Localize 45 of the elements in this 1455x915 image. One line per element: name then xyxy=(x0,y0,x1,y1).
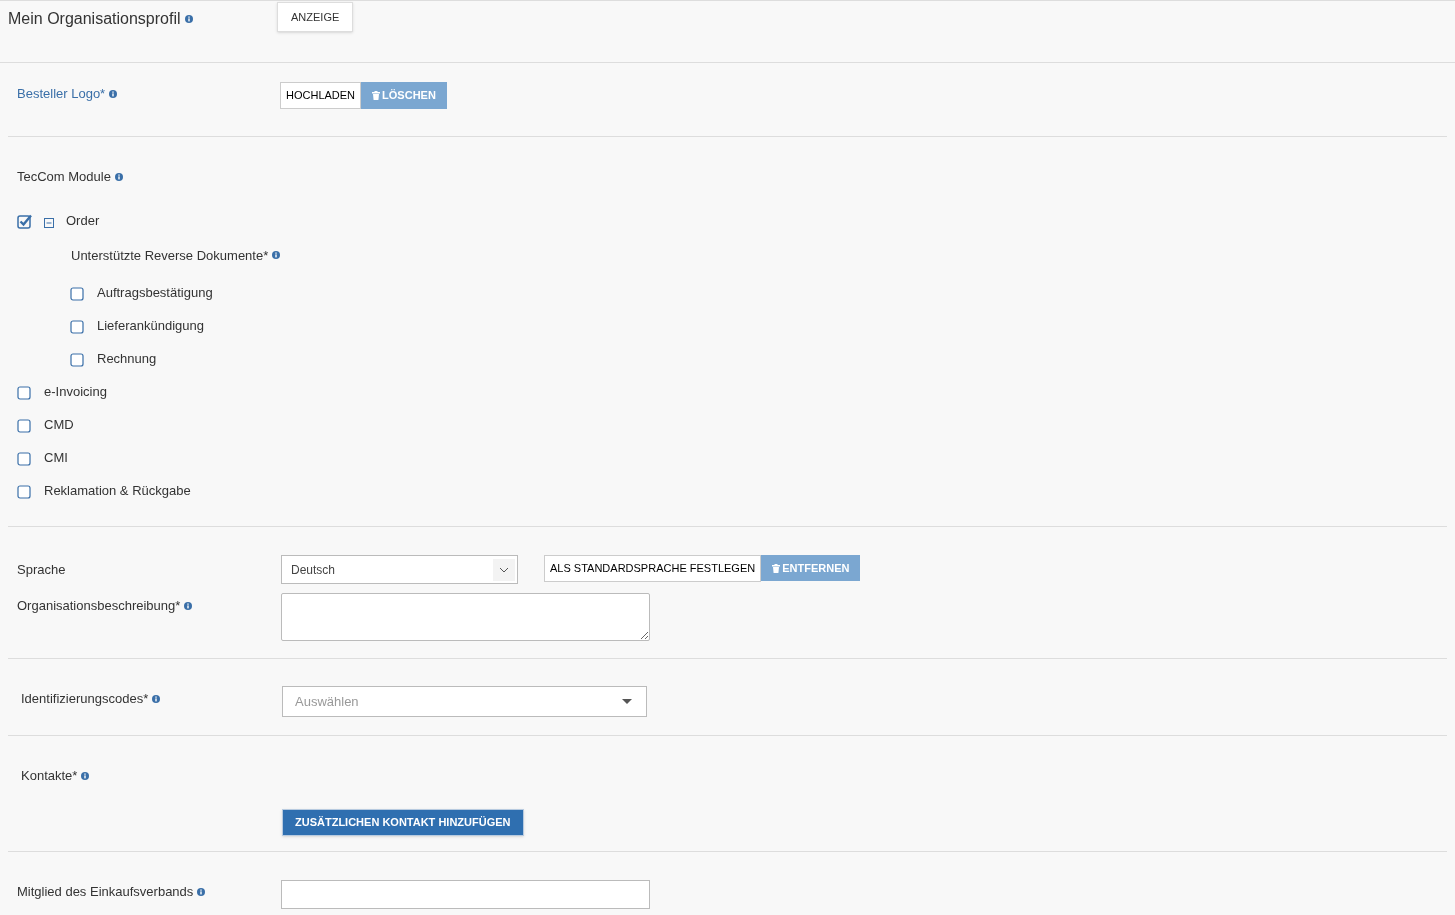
field-label: Identifizierungscodes* xyxy=(21,690,149,708)
set-default-button[interactable]: ALS STANDARDSPRACHE FESTLEGEN xyxy=(544,555,762,582)
description-textarea[interactable] xyxy=(281,593,650,641)
info-icon xyxy=(109,89,118,98)
module-label: e-Invoicing xyxy=(44,383,107,402)
collapse-icon[interactable] xyxy=(44,217,54,228)
field-label: Besteller Logo* xyxy=(17,85,106,103)
info-icon xyxy=(81,771,90,780)
caret-down-icon xyxy=(622,699,632,704)
trash-icon xyxy=(772,563,781,573)
info-icon xyxy=(184,601,193,610)
checkbox[interactable] xyxy=(17,384,32,400)
checkbox[interactable] xyxy=(17,417,32,433)
info-icon xyxy=(197,887,206,896)
module-label: CMI xyxy=(44,449,68,468)
field-label: Kontakte* xyxy=(21,767,78,785)
field-label: Unterstützte Reverse Dokumente* xyxy=(71,246,269,265)
field-label: Mitglied des Einkaufsverbands xyxy=(17,883,194,901)
checkbox[interactable] xyxy=(17,212,32,229)
upload-button[interactable]: HOCHLADEN xyxy=(280,82,362,109)
document-label: Rechnung xyxy=(97,350,157,369)
info-icon xyxy=(114,172,123,181)
checkbox[interactable] xyxy=(17,450,32,466)
checkbox[interactable] xyxy=(70,351,85,367)
language-select[interactable]: Deutsch xyxy=(281,555,518,584)
info-icon xyxy=(152,694,161,703)
info-icon xyxy=(184,15,193,23)
checkbox[interactable] xyxy=(17,483,32,499)
view-button[interactable]: ANZEIGE xyxy=(277,2,354,32)
module-label: CMD xyxy=(44,416,74,435)
add-contact-button[interactable]: ZUSÄTZLICHEN KONTAKT HINZUFÜGEN xyxy=(282,808,524,836)
trash-icon xyxy=(372,91,381,100)
checkbox[interactable] xyxy=(70,285,85,301)
document-label: Lieferankündigung xyxy=(97,317,204,336)
module-label: Reklamation & Rückgabe xyxy=(44,482,191,501)
field-label: Sprache xyxy=(17,562,66,577)
membership-input[interactable] xyxy=(281,880,650,909)
field-label: Organisationsbeschreibung* xyxy=(17,597,181,615)
checkbox[interactable] xyxy=(70,318,85,334)
module-label: Order xyxy=(66,211,100,230)
info-icon xyxy=(272,251,281,260)
page-title: Mein Organisationsprofil xyxy=(8,9,181,29)
chevron-down-icon xyxy=(493,558,515,581)
document-label: Auftragsbestätigung xyxy=(97,284,213,303)
field-label: TecCom Module xyxy=(17,168,111,186)
